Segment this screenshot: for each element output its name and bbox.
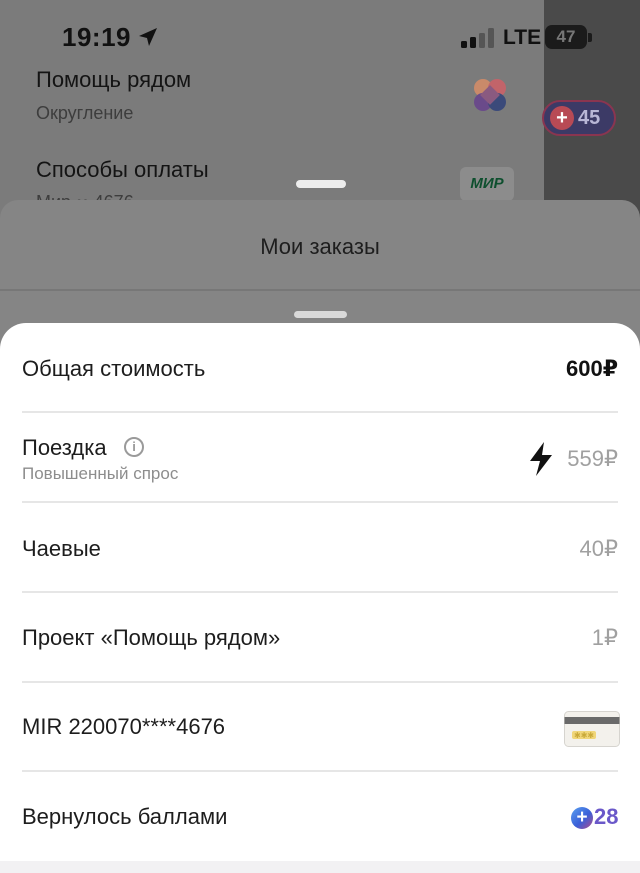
bank-card-icon: ✱✱✱ bbox=[564, 711, 620, 747]
orders-sheet-title: Мои заказы bbox=[260, 234, 380, 259]
divider bbox=[22, 501, 618, 503]
battery-tip bbox=[588, 33, 592, 42]
divider bbox=[22, 411, 618, 413]
battery-indicator: 47 bbox=[545, 25, 587, 49]
info-icon[interactable]: i bbox=[124, 437, 144, 457]
svg-text:✱✱✱: ✱✱✱ bbox=[574, 731, 594, 740]
cost-breakdown-sheet bbox=[0, 323, 640, 873]
signal-icon bbox=[461, 28, 494, 48]
ride-value: 559₽ bbox=[567, 446, 618, 471]
network-type: LTE bbox=[503, 26, 542, 49]
tips-value: 40₽ bbox=[579, 536, 618, 561]
plus-points-icon: + bbox=[571, 807, 593, 829]
mir-logo: МИР bbox=[460, 167, 514, 201]
bg-points-pill: + 45 bbox=[542, 100, 616, 136]
help-nearby-logo-icon bbox=[474, 79, 506, 111]
drag-handle-front[interactable] bbox=[294, 311, 347, 318]
orders-sheet-divider bbox=[0, 289, 640, 291]
divider bbox=[22, 681, 618, 683]
charity-value: 1₽ bbox=[591, 625, 618, 650]
card-label: MIR 220070****4676 bbox=[22, 714, 226, 739]
lightning-icon bbox=[530, 442, 552, 476]
divider bbox=[22, 591, 618, 593]
tips-label: Чаевые bbox=[22, 536, 101, 561]
ride-subtitle: Повышенный спрос bbox=[22, 464, 179, 483]
bottom-strip bbox=[0, 861, 640, 873]
bg-help-nearby-subtitle: Округление bbox=[36, 103, 134, 123]
points-value: 28 bbox=[594, 804, 619, 829]
plus-icon: + bbox=[550, 106, 574, 130]
drag-handle-back[interactable] bbox=[296, 180, 346, 188]
location-arrow-icon bbox=[139, 28, 157, 46]
status-time: 19:19 bbox=[62, 22, 131, 52]
bg-help-nearby-title: Помощь рядом bbox=[36, 67, 192, 92]
divider bbox=[22, 770, 618, 772]
points-label: Вернулось баллами bbox=[22, 804, 228, 829]
total-cost-value: 600₽ bbox=[565, 356, 618, 381]
total-cost-label: Общая стоимость bbox=[22, 356, 206, 381]
bg-payment-methods-title: Способы оплаты bbox=[36, 157, 209, 182]
status-bar: 19:19 LTE 47 bbox=[0, 0, 640, 76]
charity-label: Проект «Помощь рядом» bbox=[22, 625, 281, 650]
ride-label: Поездка bbox=[22, 435, 107, 460]
bg-points-value: 45 bbox=[578, 106, 601, 129]
